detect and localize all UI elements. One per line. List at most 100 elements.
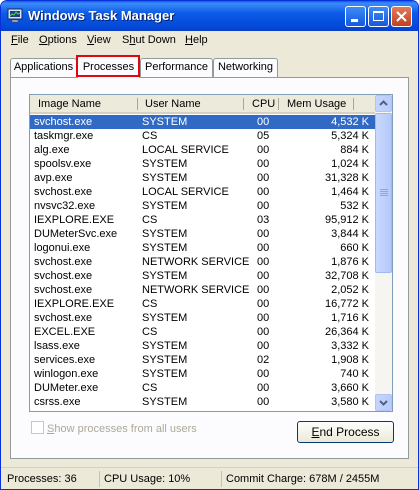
- table-row[interactable]: DUMeterSvc.exe SYSTEM 00 3,844 K: [30, 227, 375, 241]
- cell-mem-usage: 5,324 K: [331, 130, 369, 142]
- column-divider[interactable]: [243, 98, 244, 110]
- minimize-icon: [351, 19, 358, 22]
- cell-cpu: 02: [257, 354, 270, 366]
- checkbox-box[interactable]: [31, 421, 44, 434]
- cell-mem-usage: 32,708 K: [324, 270, 369, 282]
- table-row[interactable]: svchost.exe NETWORK SERVICE 00 1,876 K: [30, 255, 375, 269]
- cell-mem-usage: 1,024 K: [331, 158, 369, 170]
- cell-cpu: 00: [257, 115, 270, 129]
- cell-mem-usage: 3,580 K: [331, 396, 369, 408]
- table-row[interactable]: IEXPLORE.EXE CS 03 95,912 K: [30, 213, 375, 227]
- menu-options[interactable]: Options: [39, 34, 77, 46]
- scroll-thumb[interactable]: [375, 113, 392, 273]
- vertical-scrollbar[interactable]: [375, 95, 392, 411]
- chevron-down-icon: [379, 400, 388, 406]
- status-bar: Processes: 36 CPU Usage: 10% Commit Char…: [1, 467, 418, 489]
- column-cpu[interactable]: CPU: [252, 98, 275, 110]
- column-image-name[interactable]: Image Name: [38, 98, 101, 110]
- tab-networking[interactable]: Networking: [213, 58, 278, 77]
- cell-mem-usage: 532 K: [340, 200, 369, 212]
- table-row[interactable]: winlogon.exe SYSTEM 00 740 K: [30, 367, 375, 381]
- table-row[interactable]: IEXPLORE.EXE CS 00 16,772 K: [30, 297, 375, 311]
- status-cpu-usage: CPU Usage: 10%: [99, 471, 221, 487]
- table-row[interactable]: svchost.exe NETWORK SERVICE 00 2,052 K: [30, 283, 375, 297]
- title-bar[interactable]: Windows Task Manager: [1, 1, 418, 31]
- cell-cpu: 00: [257, 256, 270, 268]
- table-row[interactable]: svchost.exe SYSTEM 00 1,716 K: [30, 311, 375, 325]
- cell-user-name: LOCAL SERVICE: [142, 144, 229, 156]
- menu-view[interactable]: View: [87, 34, 111, 46]
- table-row[interactable]: svchost.exe SYSTEM 00 4,532 K: [30, 115, 375, 129]
- menu-file[interactable]: File: [11, 34, 29, 46]
- cell-cpu: 00: [257, 270, 270, 282]
- cell-cpu: 00: [257, 228, 270, 240]
- cell-user-name: SYSTEM: [142, 242, 188, 254]
- menu-help[interactable]: Help: [185, 34, 208, 46]
- table-row[interactable]: svchost.exe SYSTEM 00 32,708 K: [30, 269, 375, 283]
- cell-mem-usage: 3,660 K: [331, 382, 369, 394]
- cell-user-name: CS: [142, 214, 158, 226]
- cell-user-name: SYSTEM: [142, 115, 188, 129]
- cell-image-name: nvsvc32.exe: [34, 200, 96, 212]
- column-user-name[interactable]: User Name: [145, 98, 201, 110]
- cell-image-name: avp.exe: [34, 172, 73, 184]
- cell-user-name: SYSTEM: [142, 228, 188, 240]
- cell-image-name: EXCEL.EXE: [34, 326, 96, 338]
- cell-user-name: SYSTEM: [142, 312, 188, 324]
- menu-shut-down[interactable]: Shut Down: [122, 34, 176, 46]
- table-row[interactable]: services.exe SYSTEM 02 1,908 K: [30, 353, 375, 367]
- close-button[interactable]: [391, 6, 412, 27]
- column-divider[interactable]: [137, 98, 138, 110]
- cell-mem-usage: 31,328 K: [324, 172, 369, 184]
- cell-cpu: 00: [257, 242, 270, 254]
- column-mem-usage[interactable]: Mem Usage: [287, 98, 346, 110]
- cell-image-name: svchost.exe: [34, 312, 93, 324]
- cell-image-name: svchost.exe: [34, 270, 93, 282]
- show-all-users-checkbox[interactable]: Show processes from all users: [31, 421, 197, 435]
- cell-mem-usage: 884 K: [340, 144, 369, 156]
- cell-user-name: NETWORK SERVICE: [142, 256, 250, 268]
- maximize-icon: [373, 11, 384, 21]
- maximize-button[interactable]: [368, 6, 389, 27]
- table-row[interactable]: nvsvc32.exe SYSTEM 00 532 K: [30, 199, 375, 213]
- column-divider[interactable]: [353, 98, 354, 110]
- table-row[interactable]: svchost.exe LOCAL SERVICE 00 1,464 K: [30, 185, 375, 199]
- cell-mem-usage: 16,772 K: [324, 298, 369, 310]
- column-divider[interactable]: [278, 98, 279, 110]
- close-icon: [396, 11, 407, 22]
- table-row[interactable]: EXCEL.EXE CS 00 26,364 K: [30, 325, 375, 339]
- end-process-button[interactable]: End Process: [297, 421, 394, 443]
- task-manager-window: Windows Task Manager File Options View S…: [0, 0, 419, 490]
- cell-mem-usage: 740 K: [340, 368, 369, 380]
- process-list[interactable]: Image Name User Name CPU Mem Usage svcho…: [29, 94, 393, 412]
- cell-cpu: 00: [257, 368, 270, 380]
- scroll-down-button[interactable]: [375, 394, 392, 411]
- cell-user-name: CS: [142, 382, 158, 394]
- show-all-users-label: Show processes from all users: [47, 423, 197, 435]
- cell-image-name: svchost.exe: [34, 186, 93, 198]
- table-row[interactable]: alg.exe LOCAL SERVICE 00 884 K: [30, 143, 375, 157]
- cell-cpu: 05: [257, 130, 270, 142]
- tab-performance[interactable]: Performance: [140, 58, 213, 77]
- table-row[interactable]: taskmgr.exe CS 05 5,324 K: [30, 129, 375, 143]
- cell-image-name: DUMeter.exe: [34, 382, 99, 394]
- table-row[interactable]: avp.exe SYSTEM 00 31,328 K: [30, 171, 375, 185]
- cell-cpu: 00: [257, 200, 270, 212]
- cell-image-name: csrss.exe: [34, 396, 81, 408]
- cell-mem-usage: 3,844 K: [331, 228, 369, 240]
- table-row[interactable]: DUMeter.exe CS 00 3,660 K: [30, 381, 375, 395]
- table-row[interactable]: csrss.exe SYSTEM 00 3,580 K: [30, 395, 375, 409]
- processes-tab-highlight: [76, 55, 140, 77]
- tab-applications[interactable]: Applications: [10, 58, 77, 77]
- status-process-count: Processes: 36: [7, 473, 77, 485]
- table-row[interactable]: lsass.exe SYSTEM 00 3,332 K: [30, 339, 375, 353]
- cell-user-name: SYSTEM: [142, 172, 188, 184]
- table-row[interactable]: logonui.exe SYSTEM 00 660 K: [30, 241, 375, 255]
- cell-mem-usage: 660 K: [340, 242, 369, 254]
- scroll-up-button[interactable]: [375, 95, 392, 112]
- minimize-button[interactable]: [345, 6, 366, 27]
- table-row[interactable]: spoolsv.exe SYSTEM 00 1,024 K: [30, 157, 375, 171]
- cell-cpu: 00: [257, 312, 270, 324]
- cell-mem-usage: 4,532 K: [331, 115, 369, 129]
- cell-user-name: LOCAL SERVICE: [142, 186, 229, 198]
